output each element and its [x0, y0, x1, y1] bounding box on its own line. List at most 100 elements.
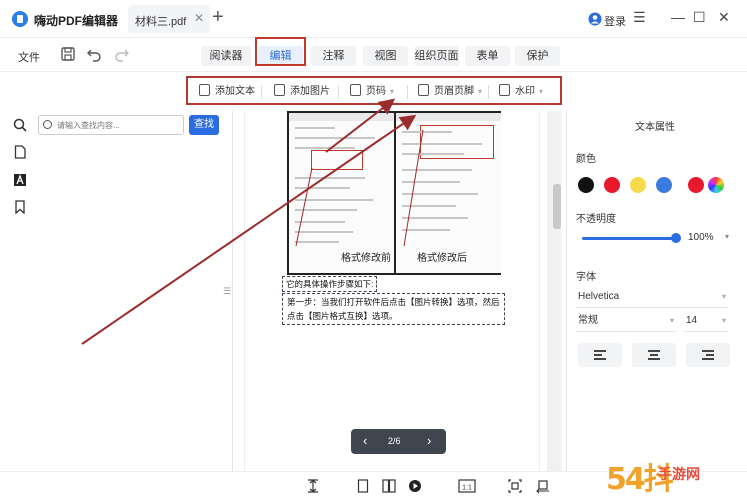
- search-icon[interactable]: [13, 118, 27, 132]
- minimize-button[interactable]: —: [671, 9, 685, 25]
- caption-after: 格式修改后: [417, 253, 467, 264]
- align-right-button[interactable]: [686, 343, 730, 367]
- user-icon[interactable]: [588, 12, 602, 26]
- actual-size-icon[interactable]: 1:1: [458, 478, 476, 494]
- opacity-value[interactable]: 100%: [688, 232, 714, 243]
- page-indicator: 2/6: [388, 436, 401, 446]
- color-swatch-red[interactable]: [604, 177, 620, 193]
- tab-reader[interactable]: 阅读器: [201, 46, 251, 66]
- toolbar-divider: [407, 85, 408, 99]
- tab-annotate[interactable]: 注释: [311, 46, 356, 66]
- search-button[interactable]: 查找: [189, 115, 219, 135]
- save-icon[interactable]: [60, 46, 76, 62]
- page-number-label: 页码: [366, 86, 386, 97]
- screenshot-text: [295, 147, 355, 149]
- tab-forms[interactable]: 表单: [465, 46, 510, 66]
- close-window-button[interactable]: ✕: [718, 9, 730, 26]
- next-page-button[interactable]: ›: [427, 434, 431, 448]
- undo-icon[interactable]: [86, 46, 102, 62]
- edit-toolbar: 添加文本 添加图片 页码 ▾ 页眉页脚 ▾ 水印 ▾: [186, 76, 562, 105]
- panel-divider: [566, 111, 567, 500]
- opacity-slider-handle[interactable]: [671, 233, 681, 243]
- align-center-button[interactable]: [632, 343, 676, 367]
- screenshot-text: [295, 127, 335, 129]
- menu-icon[interactable]: ☰: [633, 9, 646, 26]
- left-rail: [0, 111, 36, 471]
- search-box[interactable]: [38, 115, 184, 135]
- tab-protect[interactable]: 保护: [515, 46, 560, 66]
- edit-text-icon: [199, 84, 210, 96]
- color-swatch-blue[interactable]: [656, 177, 672, 193]
- screenshot-titlebar: [396, 113, 501, 121]
- file-menu[interactable]: 文件: [18, 49, 40, 65]
- two-page-icon[interactable]: [382, 478, 396, 494]
- screenshot-highlight-box: [311, 150, 363, 170]
- page-number-icon: [350, 84, 361, 96]
- add-text-label: 添加文本: [215, 86, 255, 97]
- add-text-button[interactable]: 添加文本: [199, 83, 255, 101]
- fit-width-icon[interactable]: [536, 478, 550, 494]
- caption-before: 格式修改前: [341, 253, 391, 264]
- screenshot-text: [295, 177, 365, 179]
- login-button[interactable]: 登录: [604, 13, 626, 29]
- screenshot-text: [295, 231, 353, 233]
- panel-divider: [232, 111, 233, 500]
- font-style-value: 常规: [578, 315, 598, 326]
- vertical-scrollbar[interactable]: [547, 111, 561, 471]
- screenshot-text: [402, 205, 456, 207]
- properties-title: 文本属性: [635, 122, 675, 133]
- chevron-down-icon[interactable]: ▾: [725, 232, 729, 241]
- screenshot-text: [295, 187, 350, 189]
- maximize-button[interactable]: ☐: [693, 9, 706, 26]
- screenshot-text: [402, 217, 468, 219]
- tab-organize-pages[interactable]: 组织页面: [414, 46, 459, 66]
- font-style-select[interactable]: 常规 ▾: [576, 312, 676, 332]
- text-recognition-icon[interactable]: [13, 173, 27, 187]
- page-thumbnail-icon[interactable]: [13, 145, 27, 159]
- document-tab[interactable]: 材料三.pdf ✕: [128, 5, 210, 33]
- color-swatch-black[interactable]: [578, 177, 594, 193]
- screenshot-text: [402, 143, 482, 145]
- chevron-down-icon: ▾: [669, 316, 674, 325]
- document-paragraph: 第一步：当我们打开软件后点击【图片转换】选项，然后点击【图片格式互换】选项。: [282, 293, 505, 325]
- header-footer-button[interactable]: 页眉页脚 ▾: [418, 83, 482, 101]
- tab-view[interactable]: 视图: [363, 46, 408, 66]
- page-navigator: ‹ 2/6 ›: [351, 429, 446, 454]
- toolbar-divider: [261, 85, 262, 99]
- play-icon[interactable]: [408, 478, 422, 494]
- redo-icon[interactable]: [114, 46, 130, 62]
- watermark-label: 水印: [515, 86, 535, 97]
- search-input[interactable]: [57, 118, 179, 132]
- scrollbar-thumb[interactable]: [553, 184, 561, 229]
- screenshot-text: [402, 169, 472, 171]
- chevron-down-icon: ▾: [539, 87, 544, 96]
- panel-resize-handle[interactable]: ☰: [223, 286, 231, 297]
- bookmark-icon[interactable]: [13, 200, 27, 214]
- font-size-select[interactable]: 14 ▾: [684, 312, 728, 332]
- fit-height-icon[interactable]: [306, 478, 320, 494]
- previous-page-button[interactable]: ‹: [363, 434, 367, 448]
- add-image-label: 添加图片: [290, 86, 330, 97]
- header-footer-icon: [418, 84, 429, 96]
- add-image-button[interactable]: 添加图片: [274, 83, 330, 101]
- color-swatch-red[interactable]: [688, 177, 704, 193]
- screenshot-text: [295, 221, 345, 223]
- color-swatch-yellow[interactable]: [630, 177, 646, 193]
- page-number-button[interactable]: 页码 ▾: [350, 83, 394, 101]
- single-page-icon[interactable]: [356, 478, 370, 494]
- header-footer-label: 页眉页脚: [434, 86, 474, 97]
- watermark-button[interactable]: 水印 ▾: [499, 83, 543, 101]
- color-picker-icon[interactable]: [708, 177, 724, 193]
- fit-page-icon[interactable]: [508, 478, 522, 494]
- title-bar: 嗨动PDF编辑器 材料三.pdf ✕ + 登录 ☰ — ☐ ✕: [0, 0, 747, 38]
- opacity-label: 不透明度: [576, 214, 616, 225]
- screenshot-text: [295, 137, 375, 139]
- chevron-down-icon: ▾: [721, 316, 726, 325]
- add-image-icon: [274, 84, 285, 96]
- close-tab-icon[interactable]: ✕: [194, 11, 204, 25]
- new-tab-button[interactable]: +: [212, 7, 224, 27]
- align-left-button[interactable]: [578, 343, 622, 367]
- screenshot-text: [402, 193, 478, 195]
- opacity-slider[interactable]: [582, 237, 676, 240]
- font-family-select[interactable]: Helvetica ▾: [576, 288, 728, 308]
